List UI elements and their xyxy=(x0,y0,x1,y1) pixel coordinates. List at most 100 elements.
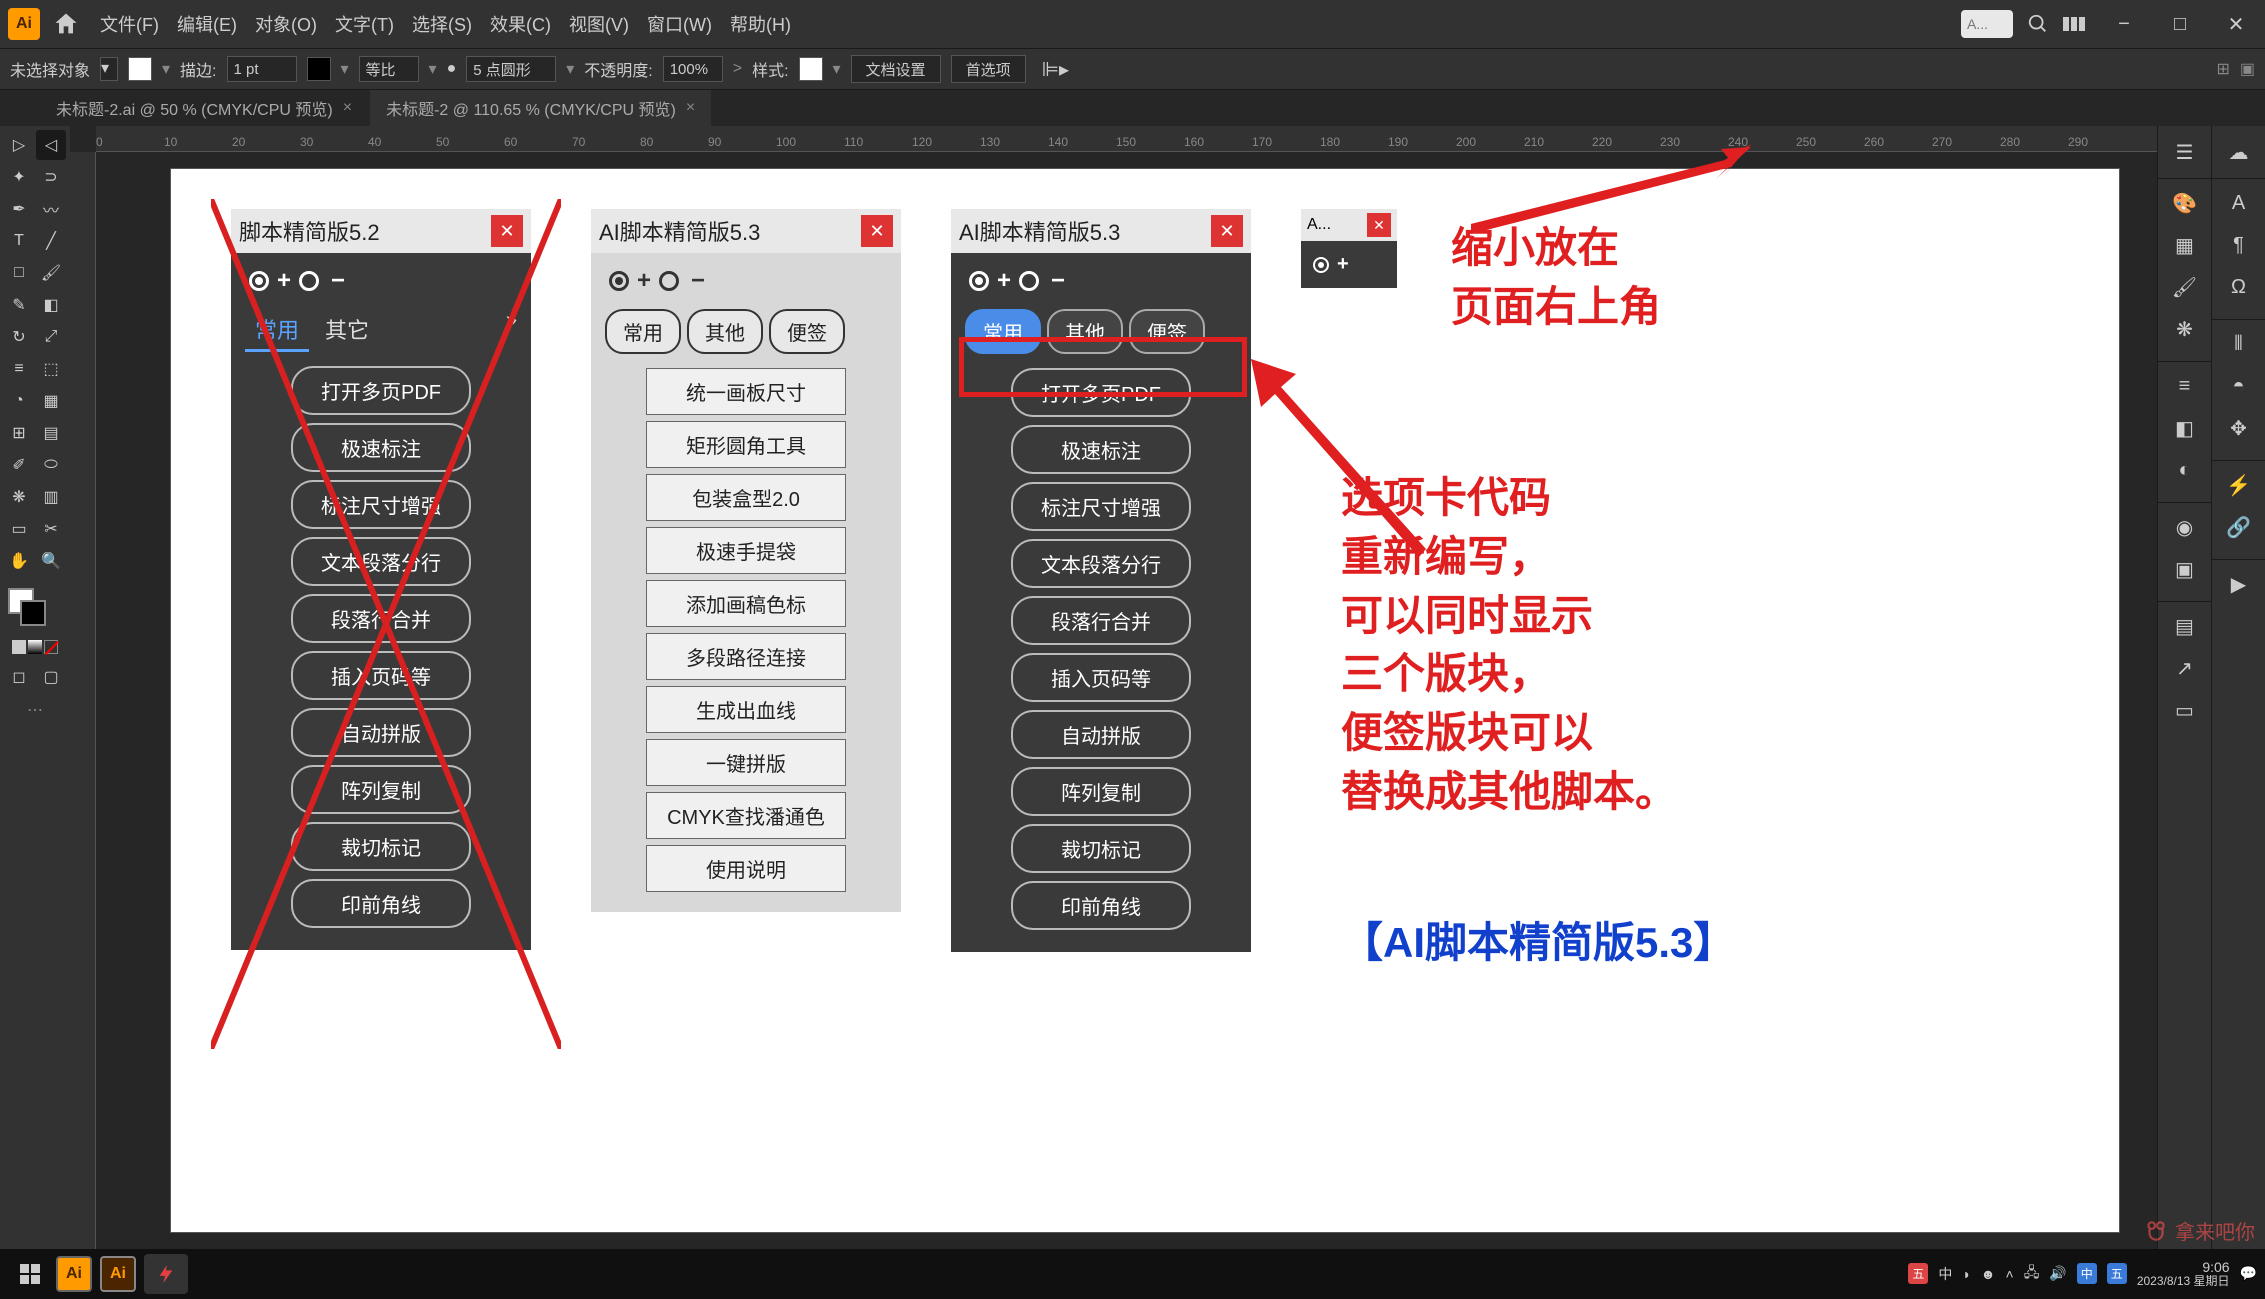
btn-fast-label[interactable]: 极速标注 xyxy=(1011,425,1191,474)
transform-icon[interactable]: ✥ xyxy=(2221,410,2257,446)
align-icon[interactable]: ⫴ xyxy=(2221,326,2257,362)
taskbar-ai-2[interactable]: Ai xyxy=(100,1256,136,1292)
tab-common[interactable]: 常用 xyxy=(245,309,309,352)
btn-para-merge[interactable]: 段落行合并 xyxy=(291,594,471,643)
color-mode-gradient[interactable] xyxy=(28,640,42,654)
panel-53l-close[interactable]: ✕ xyxy=(861,215,893,247)
gradient-tool[interactable]: ▤ xyxy=(36,418,66,448)
panel-52-close[interactable]: ✕ xyxy=(491,215,523,247)
actions-icon[interactable]: ⚡ xyxy=(2221,467,2257,503)
menu-file[interactable]: 文件(F) xyxy=(100,11,159,37)
symbol-sprayer-tool[interactable]: ❋ xyxy=(4,482,34,512)
tray-up-icon[interactable]: ˄ xyxy=(2006,1266,2014,1282)
btn-dim-enhance[interactable]: 标注尺寸增强 xyxy=(291,480,471,529)
tab-close-icon[interactable]: × xyxy=(343,99,352,117)
shape-builder-tool[interactable]: ◔ xyxy=(4,386,34,416)
eyedropper-tool[interactable]: ✐ xyxy=(4,450,34,480)
btn-auto-impose[interactable]: 自动拼版 xyxy=(291,708,471,757)
free-transform-tool[interactable]: ⬚ xyxy=(36,354,66,384)
eraser-tool[interactable]: ◧ xyxy=(36,290,66,320)
curvature-tool[interactable]: 〰 xyxy=(36,194,66,224)
brushes-icon[interactable]: 🖌 xyxy=(2167,269,2203,305)
swatches-icon[interactable]: ▦ xyxy=(2167,227,2203,263)
document-tab-2[interactable]: 未标题-2 @ 110.65 % (CMYK/CPU 预览) × xyxy=(370,90,711,126)
type-tool[interactable]: T xyxy=(4,226,34,256)
scale-mode-input[interactable] xyxy=(359,56,419,82)
panel-toggle-icon[interactable]: ⊞ xyxy=(2216,59,2229,79)
menu-object[interactable]: 对象(O) xyxy=(255,11,317,37)
color-mode-solid[interactable] xyxy=(12,640,26,654)
play-icon[interactable]: ▶ xyxy=(2221,566,2257,602)
doc-setup-button[interactable]: 文档设置 xyxy=(851,55,941,83)
taskbar-ai-1[interactable]: Ai xyxy=(56,1256,92,1292)
tab-other[interactable]: 其他 xyxy=(687,309,763,354)
lasso-tool[interactable]: ⊃ xyxy=(36,162,66,192)
btn-bag[interactable]: 极速手提袋 xyxy=(646,527,846,574)
rectangle-tool[interactable]: □ xyxy=(4,258,34,288)
menu-edit[interactable]: 编辑(E) xyxy=(177,11,237,37)
btn-rect-corner[interactable]: 矩形圆角工具 xyxy=(646,421,846,468)
pen-tool[interactable]: ✒ xyxy=(4,194,34,224)
zoom-tool[interactable]: 🔍 xyxy=(36,546,66,576)
width-tool[interactable]: ≡ xyxy=(4,354,34,384)
perspective-tool[interactable]: ▦ xyxy=(36,386,66,416)
maximize-button[interactable]: □ xyxy=(2159,10,2201,38)
menu-effect[interactable]: 效果(C) xyxy=(490,11,551,37)
libraries-icon[interactable]: ☁ xyxy=(2221,134,2257,170)
btn-oneclick-impose[interactable]: 一键拼版 xyxy=(646,739,846,786)
notification-icon[interactable]: 💬 xyxy=(2240,1265,2257,1282)
properties-icon[interactable]: ☰ xyxy=(2167,134,2203,170)
menu-type[interactable]: 文字(T) xyxy=(335,11,394,37)
color-mode-none[interactable] xyxy=(44,640,58,654)
stroke-swatch[interactable] xyxy=(307,57,331,81)
hand-tool[interactable]: ✋ xyxy=(4,546,34,576)
tab-close-icon[interactable]: × xyxy=(686,99,695,117)
transparency-icon[interactable]: ◐ xyxy=(2167,452,2203,488)
gradient-icon[interactable]: ◧ xyxy=(2167,410,2203,446)
btn-cmyk-pantone[interactable]: CMYK查找潘通色 xyxy=(646,792,846,839)
radio-secondary[interactable] xyxy=(299,271,319,291)
btn-dim-enhance[interactable]: 标注尺寸增强 xyxy=(1011,482,1191,531)
artboard-tool[interactable]: ▭ xyxy=(4,514,34,544)
panel-dock-icon[interactable]: ▣ xyxy=(2240,59,2255,79)
opacity-input[interactable] xyxy=(663,56,723,82)
line-tool[interactable]: ╱ xyxy=(36,226,66,256)
shaper-tool[interactable]: ✎ xyxy=(4,290,34,320)
color-picker[interactable] xyxy=(4,588,66,628)
document-tab-1[interactable]: 未标题-2.ai @ 50 % (CMYK/CPU 预览) × xyxy=(40,90,368,126)
ime-emoji[interactable]: ☻ xyxy=(1981,1266,1996,1282)
btn-path-connect[interactable]: 多段路径连接 xyxy=(646,633,846,680)
asset-export-icon[interactable]: ↗ xyxy=(2167,650,2203,686)
btn-box-type[interactable]: 包装盒型2.0 xyxy=(646,474,846,521)
minimize-button[interactable]: − xyxy=(2103,10,2145,38)
tray-volume-icon[interactable]: 🔊 xyxy=(2049,1265,2066,1282)
btn-array-copy[interactable]: 阵列复制 xyxy=(291,765,471,814)
tray-ime-lang[interactable]: 中 xyxy=(2077,1263,2097,1284)
edit-toolbar-icon[interactable]: ⋯ xyxy=(0,700,70,720)
glyphs-icon[interactable]: Ω xyxy=(2221,269,2257,305)
layers-icon[interactable]: ▤ xyxy=(2167,608,2203,644)
ime-punct[interactable]: ◗ xyxy=(1962,1266,1970,1282)
panel-53d-close[interactable]: ✕ xyxy=(1211,215,1243,247)
ime-indicator-2[interactable]: 中 xyxy=(1938,1264,1952,1284)
canvas[interactable]: 0102030405060708090100110120130140150160… xyxy=(70,126,2157,1249)
tab-other[interactable]: 其它 xyxy=(315,309,379,352)
artboards-icon[interactable]: ▭ xyxy=(2167,692,2203,728)
header-search-box[interactable]: A... xyxy=(1961,10,2013,38)
btn-para-merge[interactable]: 段落行合并 xyxy=(1011,596,1191,645)
btn-manual[interactable]: 使用说明 xyxy=(646,845,846,892)
btn-fast-label[interactable]: 极速标注 xyxy=(291,423,471,472)
pathfinder-icon[interactable]: ◓ xyxy=(2221,368,2257,404)
btn-auto-impose[interactable]: 自动拼版 xyxy=(1011,710,1191,759)
screen-mode-normal[interactable]: ◻ xyxy=(4,662,34,692)
rotate-tool[interactable]: ↻ xyxy=(4,322,34,352)
graphic-styles-icon[interactable]: ▣ xyxy=(2167,551,2203,587)
links-icon[interactable]: 🔗 xyxy=(2221,509,2257,545)
btn-text-split[interactable]: 文本段落分行 xyxy=(291,537,471,586)
screen-mode-full[interactable]: ▢ xyxy=(36,662,66,692)
radio-primary[interactable] xyxy=(249,271,269,291)
char-icon[interactable]: A xyxy=(2221,185,2257,221)
blend-tool[interactable]: ⬭ xyxy=(36,450,66,480)
direct-selection-tool[interactable]: ◁ xyxy=(36,130,66,160)
menu-select[interactable]: 选择(S) xyxy=(412,11,472,37)
